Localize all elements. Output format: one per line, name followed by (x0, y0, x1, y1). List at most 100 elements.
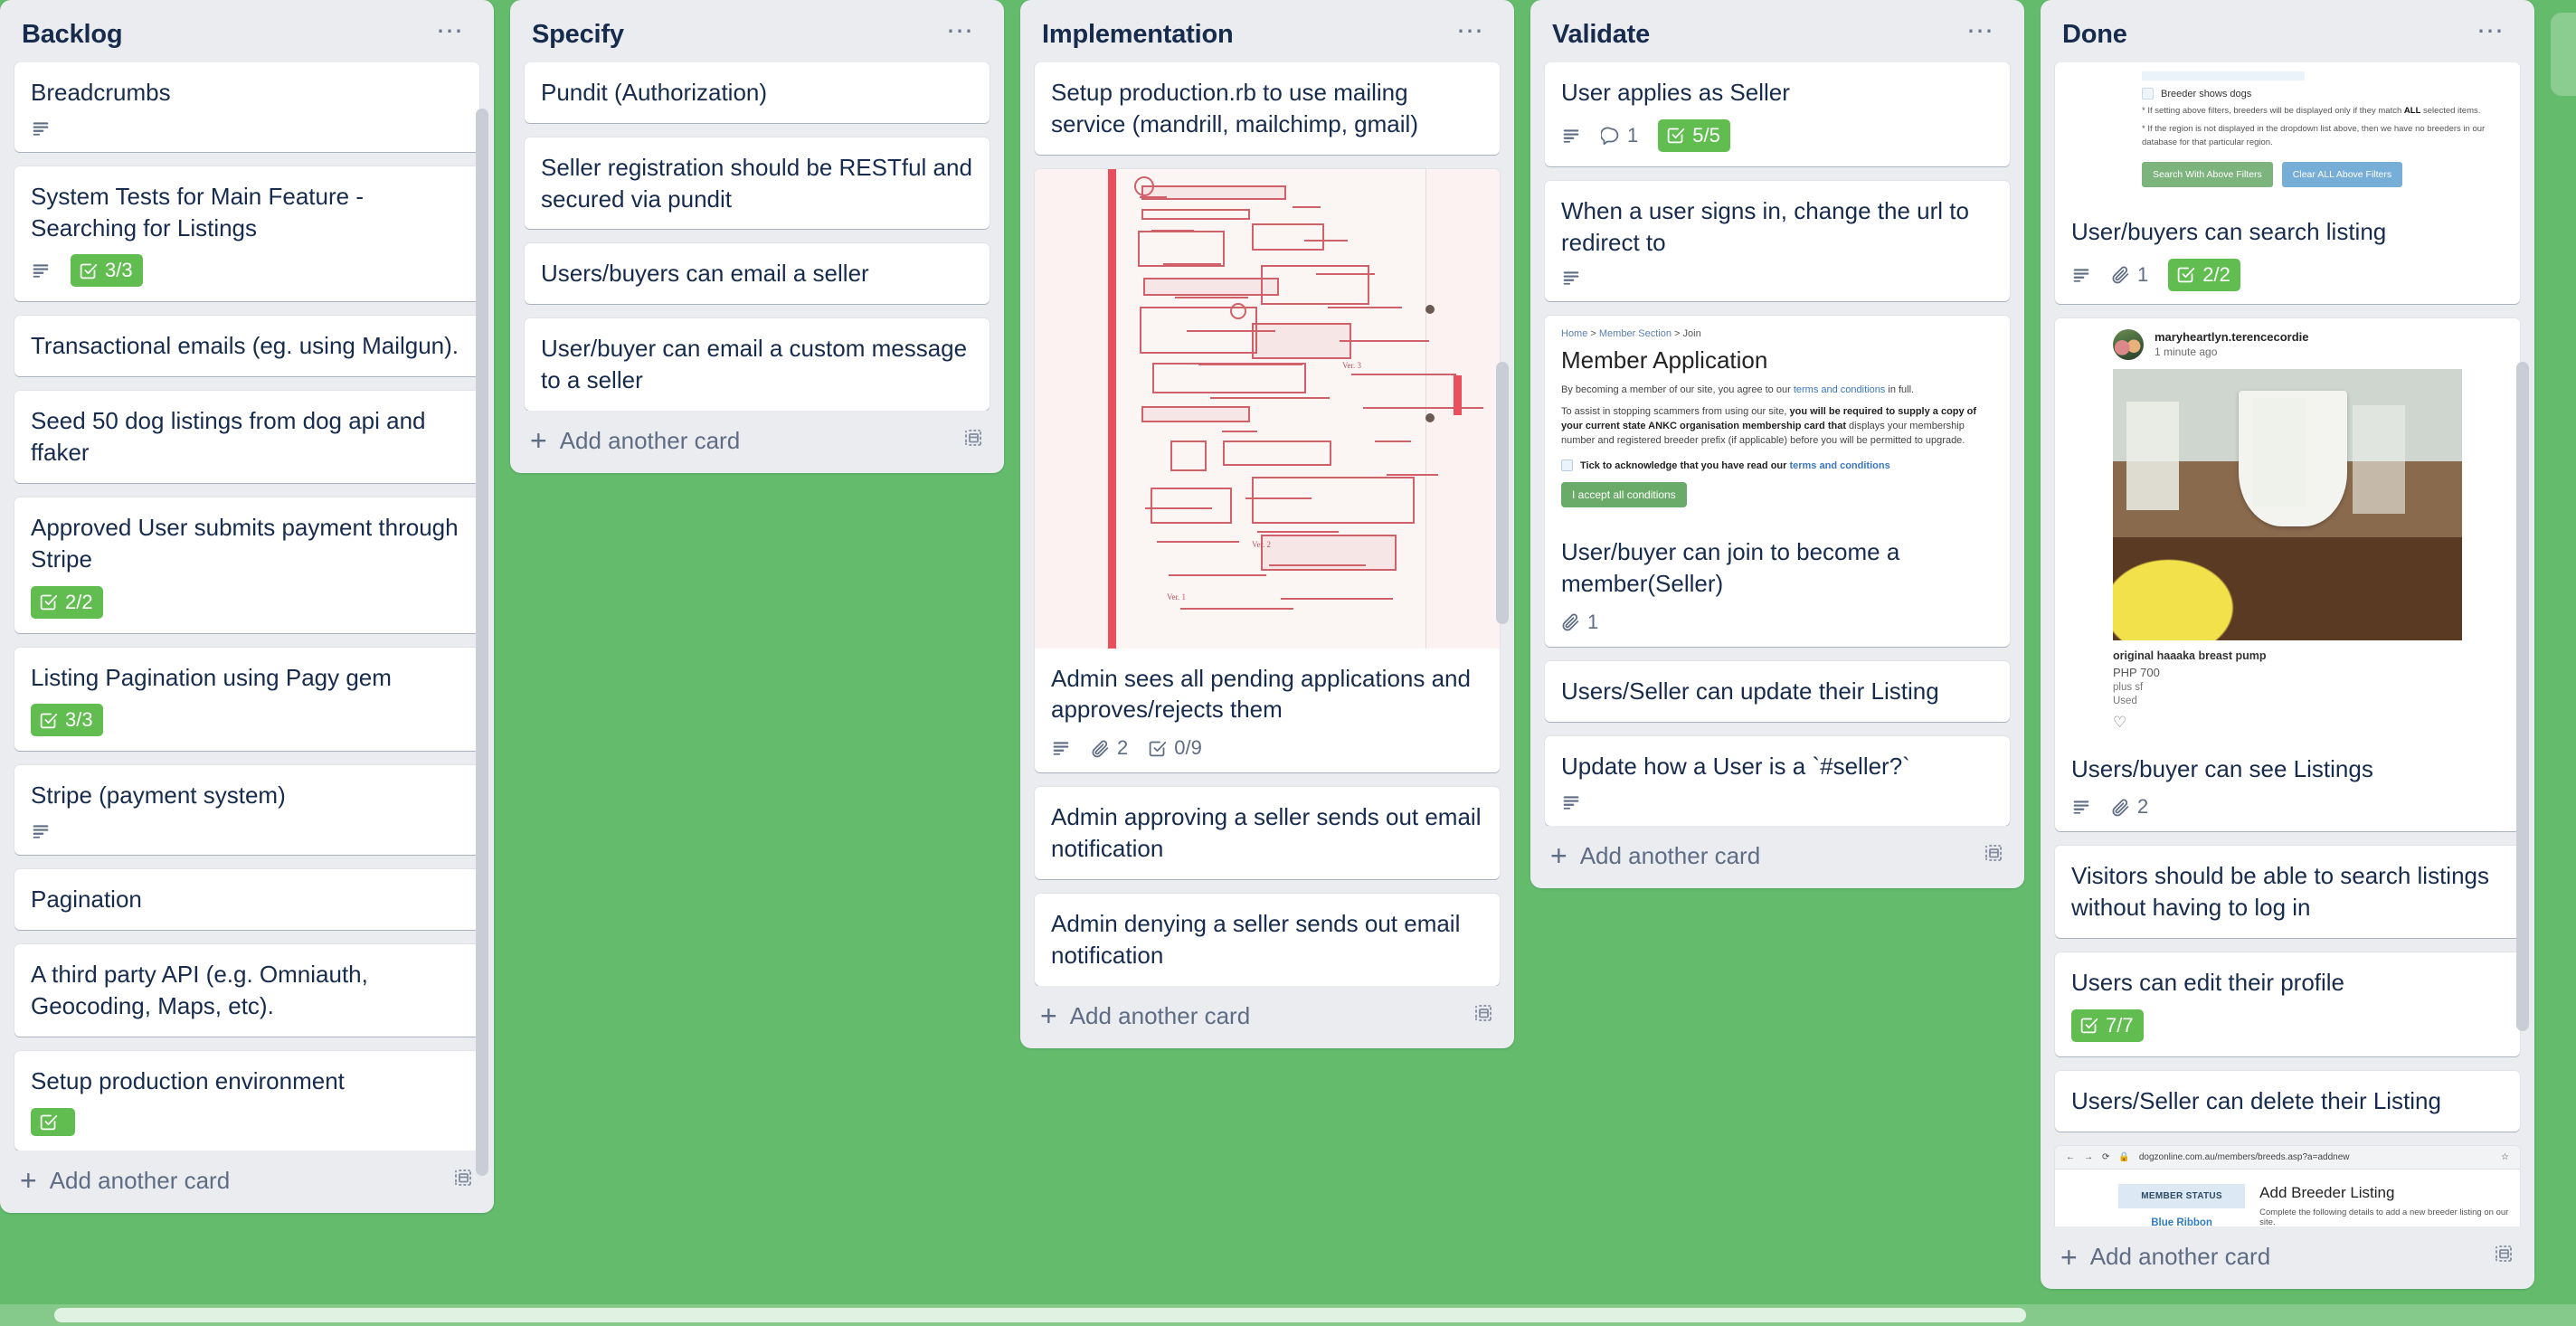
card[interactable]: Setup production environment (14, 1050, 479, 1151)
list-cards: Breadcrumbs System Tests for Main Featur… (0, 62, 494, 1151)
card[interactable]: Transactional emails (eg. using Mailgun)… (14, 316, 479, 377)
card[interactable]: Approved User submits payment through St… (14, 497, 479, 633)
card-template-icon[interactable] (1983, 842, 2004, 870)
description-badge (31, 261, 51, 279)
card[interactable]: When a user signs in, change the url to … (1545, 180, 2010, 302)
card-title: Seller registration should be RESTful an… (541, 153, 972, 213)
list-menu-icon[interactable]: ⋯ (1449, 17, 1492, 49)
card-cover-member-application: Home > Member Section > Join Member Appl… (1545, 316, 2010, 523)
list-title[interactable]: Backlog (22, 20, 123, 50)
list-title[interactable]: Specify (532, 20, 624, 50)
card-title: User/buyers can search listing (2071, 217, 2387, 245)
card-badges: 1 5/5 (1561, 118, 1994, 152)
card[interactable]: Breeder shows dogs * If setting above fi… (2055, 62, 2520, 304)
card[interactable]: ← → ⟳ 🔒 dogzonline.com.au/members/breeds.a… (2055, 1145, 2520, 1227)
list-title[interactable]: Implementation (1042, 20, 1234, 50)
card[interactable]: Breadcrumbs (14, 62, 479, 152)
card-title: Users/buyer can see Listings (2071, 754, 2373, 782)
card[interactable]: Update how a User is a `#seller?` (1545, 735, 2010, 826)
list-menu-icon[interactable]: ⋯ (429, 17, 472, 49)
card[interactable]: Users/Seller can delete their Listing (2055, 1070, 2520, 1132)
plus-icon: + (1040, 999, 1057, 1033)
checklist-count: 3/3 (105, 259, 133, 282)
card[interactable]: Ver. 2 Ver. 1 Ver. 3 Admin sees all pendin… (1035, 168, 1500, 773)
post-photo (2113, 368, 2462, 640)
list-scrollbar[interactable] (476, 109, 488, 1176)
card[interactable]: Visitors should be able to search listin… (2055, 846, 2520, 939)
comments-badge: 1 (1601, 124, 1638, 147)
item-price: PHP 700 (2113, 665, 2160, 679)
list-header: Done ⋯ (2041, 0, 2534, 62)
card[interactable]: User applies as Seller 1 5/5 (1545, 62, 2010, 166)
add-card-button[interactable]: + Add another card (510, 411, 1004, 473)
card-template-icon[interactable] (962, 427, 984, 455)
card[interactable]: Listing Pagination using Pagy gem 3/3 (14, 647, 479, 752)
card-badges: 1 (1545, 611, 2010, 634)
list-header: Implementation ⋯ (1020, 0, 1514, 62)
add-card-button[interactable]: + Add another card (1020, 986, 1514, 1048)
add-card-label: Add another card (2089, 1243, 2271, 1270)
description-badge (2071, 266, 2091, 284)
card-title: Visitors should be able to search listin… (2071, 862, 2489, 922)
card[interactable]: Pundit (Authorization) (525, 62, 990, 123)
list-done: Done ⋯ Breeder shows dogs * If setting a… (2041, 0, 2534, 1289)
card[interactable]: A third party API (e.g. Omniauth, Geocod… (14, 944, 479, 1037)
description-badge (1561, 127, 1581, 145)
add-card-button[interactable]: + Add another card (1530, 826, 2024, 888)
card[interactable]: Pagination (14, 869, 479, 931)
card[interactable]: Users/Seller can update their Listing (1545, 660, 2010, 722)
card[interactable]: Home > Member Section > Join Member Appl… (1545, 316, 2010, 647)
card-badges: 1 2/2 (2055, 258, 2520, 291)
card-title: Pundit (Authorization) (541, 79, 768, 106)
card-title: Approved User submits payment through St… (31, 513, 459, 573)
card[interactable]: maryheartlyn.terencecordie 1 minute ago … (2055, 317, 2520, 832)
list-title[interactable]: Done (2062, 20, 2127, 50)
list-specify: Specify ⋯ Pundit (Authorization) Seller … (510, 0, 1004, 473)
card-title: Admin denying a seller sends out email n… (1051, 909, 1461, 969)
card[interactable]: Users/buyers can email a seller (525, 243, 990, 305)
card[interactable]: Seller registration should be RESTful an… (525, 137, 990, 230)
card-title: Listing Pagination using Pagy gem (31, 663, 392, 691)
card[interactable]: Admin denying a seller sends out email n… (1035, 893, 1500, 986)
description-badge (1051, 739, 1071, 757)
description-badge (2071, 798, 2091, 816)
attachments-count: 1 (2137, 262, 2149, 286)
heart-icon: ♡ (2113, 713, 2127, 731)
card-title: Users/Seller can delete their Listing (2071, 1086, 2441, 1114)
add-list-button[interactable]: + (2551, 13, 2576, 96)
card-title: System Tests for Main Feature - Searchin… (31, 182, 364, 242)
card-badges (1561, 269, 1994, 287)
card-title: User/buyer can join to become a member(S… (1561, 538, 1900, 598)
card[interactable]: Stripe (payment system) (14, 765, 479, 856)
card-badges (1561, 793, 1994, 811)
card-title: Users can edit their profile (2071, 969, 2345, 997)
list-menu-icon[interactable]: ⋯ (939, 17, 982, 49)
checklist-badge: 2/2 (2168, 258, 2240, 291)
list-cards: Pundit (Authorization) Seller registrati… (510, 62, 1004, 411)
card[interactable]: System Tests for Main Feature - Searchin… (14, 166, 479, 302)
list-scrollbar[interactable] (1496, 362, 1509, 624)
add-card-button[interactable]: + Add another card (2041, 1227, 2534, 1289)
add-card-button[interactable]: + Add another card (0, 1151, 494, 1213)
card-template-icon[interactable] (2493, 1243, 2514, 1271)
back-icon: ← (2066, 1151, 2075, 1162)
card-badges (31, 822, 463, 840)
card[interactable]: Admin approving a seller sends out email… (1035, 787, 1500, 879)
board-horizontal-scrollbar[interactable] (0, 1304, 2576, 1326)
list-scrollbar[interactable] (2516, 362, 2529, 1031)
card[interactable]: Seed 50 dog listings from dog api and ff… (14, 391, 479, 483)
card[interactable]: Users can edit their profile 7/7 (2055, 952, 2520, 1056)
card[interactable]: User/buyer can email a custom message to… (525, 318, 990, 411)
list-title[interactable]: Validate (1552, 20, 1650, 50)
card-template-icon[interactable] (1473, 1002, 1494, 1030)
card-title: Users/Seller can update their Listing (1561, 677, 1939, 705)
card[interactable]: Setup production.rb to use mailing servi… (1035, 62, 1500, 155)
scrollbar-thumb[interactable] (54, 1308, 2026, 1322)
card-template-icon[interactable] (452, 1167, 474, 1195)
checklist-badge: 7/7 (2071, 1009, 2144, 1042)
list-menu-icon[interactable]: ⋯ (2469, 17, 2513, 49)
card-title: When a user signs in, change the url to … (1561, 196, 1969, 256)
list-menu-icon[interactable]: ⋯ (1959, 17, 2003, 49)
checklist-count: 3/3 (65, 708, 93, 732)
comments-count: 1 (1627, 123, 1639, 147)
